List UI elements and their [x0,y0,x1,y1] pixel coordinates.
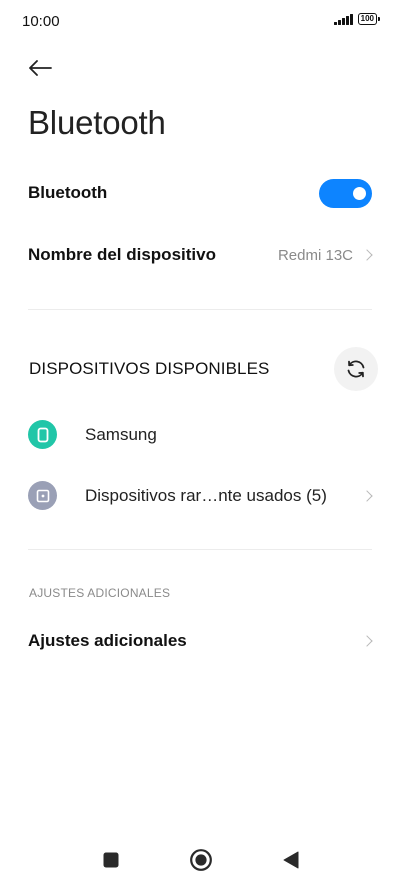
chevron-right-icon [361,249,373,261]
chevron-right-icon [361,635,373,647]
device-name-label: Nombre del dispositivo [28,245,216,264]
divider [28,549,372,550]
back-icon[interactable] [276,845,306,875]
device-name-value: Redmi 13C [277,246,353,264]
back-arrow-icon[interactable] [24,52,56,84]
battery-level: 100 [360,14,374,23]
navigation-bar [0,832,401,892]
recents-icon[interactable] [96,845,126,875]
bluetooth-toggle-row[interactable]: Bluetooth [0,172,401,214]
status-time: 10:00 [22,13,60,30]
device-item-rarely-used[interactable]: Dispositivos rar…nte usados (5) [0,475,401,517]
page-title: Bluetooth [28,104,166,141]
signal-icon [334,13,353,25]
bluetooth-toggle-label: Bluetooth [28,183,108,202]
bluetooth-toggle-switch[interactable] [319,178,372,208]
additional-settings-subheader: AJUSTES ADICIONALES [29,586,171,600]
phone-icon [28,420,57,449]
additional-settings-row[interactable]: Ajustes adicionales [0,620,401,662]
available-devices-header: DISPOSITIVOS DISPONIBLES [29,359,270,378]
battery-icon: 100 [357,13,381,25]
device-name-row[interactable]: Nombre del dispositivo Redmi 13C [0,234,401,276]
refresh-icon[interactable] [334,347,378,391]
toggle-knob [353,186,366,200]
divider [28,309,372,310]
chevron-right-icon [361,490,373,502]
device-name: Samsung [85,425,157,444]
device-icon [28,481,57,510]
device-item-samsung[interactable]: Samsung [0,414,401,456]
status-bar: 10:00 100 [0,0,401,42]
home-icon[interactable] [186,845,216,875]
additional-settings-label: Ajustes adicionales [28,631,187,650]
device-name: Dispositivos rar…nte usados (5) [85,486,327,505]
status-icons: 100 [334,13,381,25]
